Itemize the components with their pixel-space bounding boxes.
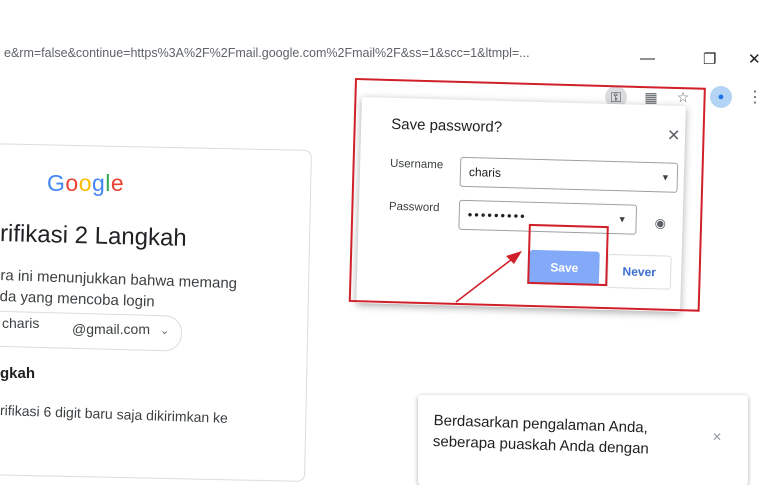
show-password-icon[interactable]: ◉ bbox=[654, 215, 666, 231]
more-icon[interactable]: ⋮ bbox=[744, 86, 761, 108]
save-password-dialog: Save password? ✕ Username charis ▼ Passw… bbox=[356, 97, 686, 312]
username-field[interactable]: charis ▼ bbox=[459, 156, 679, 193]
survey-close-icon[interactable]: ✕ bbox=[712, 430, 722, 444]
password-label: Password bbox=[388, 200, 440, 215]
never-button[interactable]: Never bbox=[606, 253, 672, 290]
dialog-title: Save password? bbox=[391, 115, 503, 136]
password-dropdown-icon[interactable]: ▼ bbox=[617, 205, 629, 233]
page-title: rifikasi 2 Langkah bbox=[0, 220, 188, 252]
account-email: @gmail.com bbox=[72, 321, 151, 337]
minimize-icon[interactable]: — bbox=[640, 50, 655, 67]
google-logo: Google bbox=[47, 170, 125, 196]
account-name: charis bbox=[2, 315, 40, 331]
close-icon[interactable]: ✕ bbox=[748, 50, 761, 68]
address-bar-url[interactable]: e&rm=false&continue=https%3A%2F%2Fmail.g… bbox=[4, 46, 594, 60]
star-icon[interactable]: ☆ bbox=[672, 86, 694, 108]
section-heading: gkah bbox=[0, 365, 36, 382]
username-dropdown-icon[interactable]: ▼ bbox=[661, 163, 671, 191]
restore-icon[interactable]: ❐ bbox=[703, 50, 716, 68]
browser-top-bar: e&rm=false&continue=https%3A%2F%2Fmail.g… bbox=[0, 0, 761, 108]
username-label: Username bbox=[389, 157, 444, 172]
annotation-save-frame bbox=[527, 223, 609, 287]
dialog-close-icon[interactable]: ✕ bbox=[667, 126, 681, 146]
chevron-down-icon[interactable]: ⌄ bbox=[160, 324, 169, 337]
avatar-icon[interactable]: ● bbox=[710, 86, 732, 108]
